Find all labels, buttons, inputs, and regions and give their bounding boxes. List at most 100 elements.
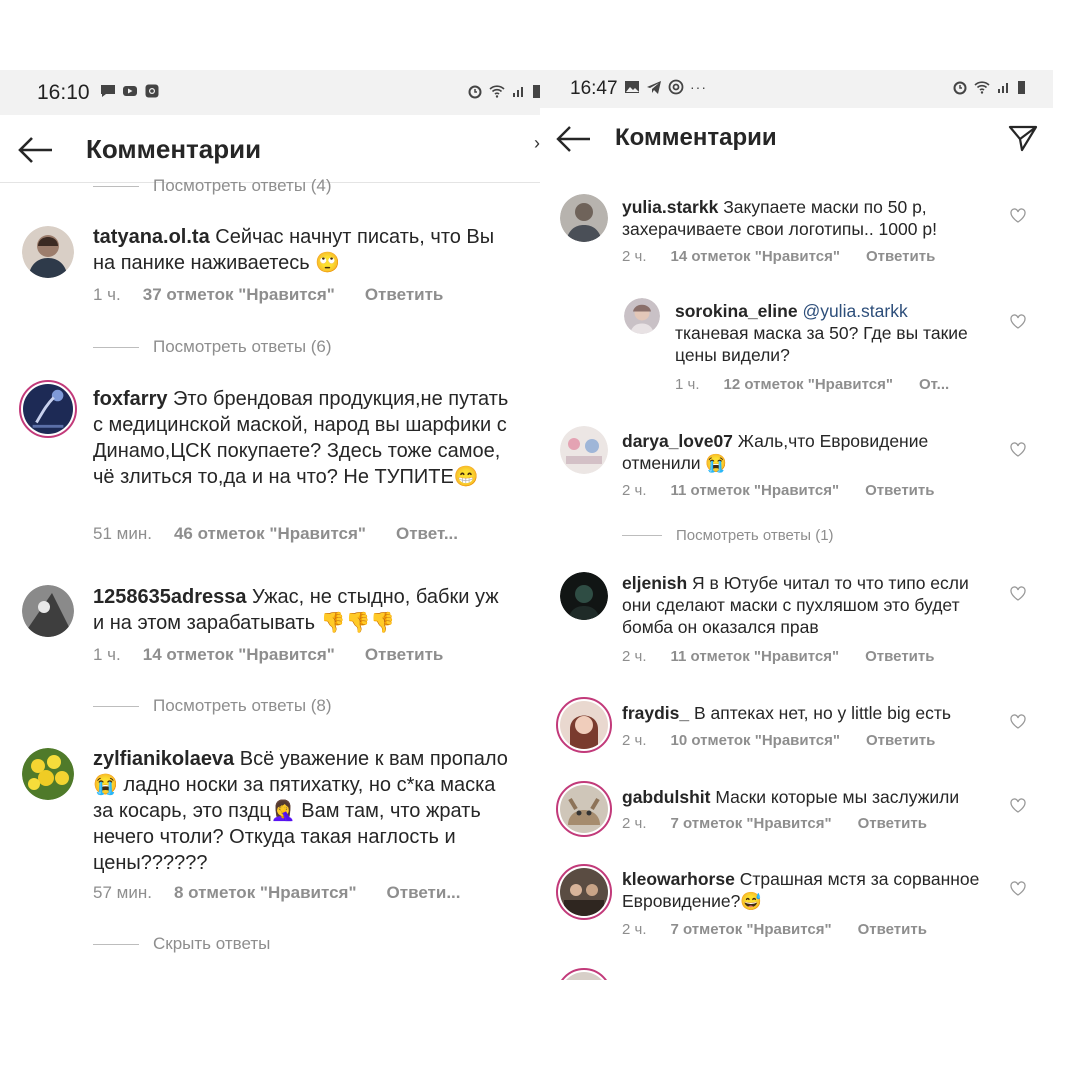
image-icon — [625, 81, 639, 93]
username[interactable]: gabdulshit — [622, 787, 710, 807]
reply-button[interactable]: Ответить — [858, 921, 927, 938]
likes-count[interactable]: 12 отметок "Нравится" — [724, 376, 893, 393]
app-bar: Комментарии — [540, 108, 1053, 170]
likes-count[interactable]: 7 отметок "Нравится" — [671, 815, 832, 832]
avatar-image — [22, 748, 74, 800]
mention-link[interactable]: @yulia.starkk — [802, 301, 907, 321]
avatar[interactable] — [560, 194, 608, 242]
avatar[interactable] — [19, 380, 77, 438]
comment-meta: 57 мин. 8 отметок "Нравится" Ответи... — [93, 883, 461, 903]
username[interactable]: fraydis_ — [622, 703, 689, 723]
avatar[interactable] — [22, 748, 74, 800]
comment-body: yulia.starkk Закупаете маски по 50 р, за… — [622, 196, 1002, 240]
back-arrow-icon[interactable] — [554, 124, 594, 154]
comment-body: fraydis_ В аптеках нет, но у little big … — [622, 702, 1002, 724]
avatar[interactable] — [556, 968, 612, 980]
reply-button[interactable]: Ответить — [865, 482, 934, 499]
comment-time: 2 ч. — [622, 921, 647, 938]
comment-time: 2 ч. — [622, 248, 647, 265]
avatar[interactable] — [556, 697, 612, 753]
heart-icon[interactable] — [1010, 586, 1026, 601]
avatar[interactable] — [560, 426, 608, 474]
username[interactable]: kleowarhorse — [622, 869, 735, 889]
instagram-icon — [145, 84, 159, 98]
username[interactable]: yulia.starkk — [622, 197, 718, 217]
back-arrow-icon[interactable] — [16, 135, 56, 165]
likes-count[interactable]: 11 отметок "Нравится" — [671, 482, 840, 499]
view-replies-link[interactable]: Посмотреть ответы (1) — [622, 527, 834, 544]
comment-text: тканевая маска за 50? Где вы такие цены … — [675, 323, 968, 365]
view-replies-label: Посмотреть ответы (6) — [153, 337, 332, 356]
heart-icon[interactable] — [1010, 714, 1026, 729]
heart-icon[interactable] — [1010, 881, 1026, 896]
comment-body: zylfianikolaeva Всё уважение к вам пропа… — [93, 746, 513, 876]
paper-plane-icon[interactable] — [1007, 122, 1039, 154]
avatar[interactable] — [556, 781, 612, 837]
battery-icon — [533, 85, 540, 98]
avatar[interactable] — [556, 864, 612, 920]
reply-button[interactable]: Ответить — [866, 248, 935, 265]
signal-icon — [998, 83, 1008, 93]
avatar[interactable] — [22, 226, 74, 278]
divider-line — [93, 185, 139, 187]
heart-icon[interactable] — [1010, 314, 1026, 329]
avatar-image — [560, 194, 608, 242]
avatar[interactable] — [560, 572, 608, 620]
reply-button[interactable]: Ответить — [858, 815, 927, 832]
hide-replies-link[interactable]: Скрыть ответы — [93, 934, 270, 954]
reply-button[interactable]: Ответить — [365, 285, 444, 305]
username[interactable]: eljenish — [622, 573, 687, 593]
likes-count[interactable]: 14 отметок "Нравится" — [671, 248, 840, 265]
comment-meta: 1 ч. 37 отметок "Нравится" Ответить — [93, 285, 443, 305]
chat-icon — [101, 85, 115, 97]
avatar[interactable] — [624, 298, 660, 334]
likes-count[interactable]: 46 отметок "Нравится" — [174, 524, 366, 544]
username[interactable]: foxfarry — [93, 388, 167, 410]
view-replies-link[interactable]: Посмотреть ответы (4) — [93, 176, 332, 196]
likes-count[interactable]: 14 отметок "Нравится" — [143, 645, 335, 665]
telegram-icon — [647, 81, 661, 94]
divider-line — [93, 705, 139, 707]
wifi-icon — [489, 85, 505, 98]
comment-time: 57 мин. — [93, 883, 152, 902]
heart-icon[interactable] — [1010, 798, 1026, 813]
reply-button[interactable]: Ответ... — [396, 524, 458, 544]
status-bar: 16:10 — [0, 70, 542, 115]
avatar[interactable] — [22, 585, 74, 637]
likes-count[interactable]: 7 отметок "Нравится" — [671, 921, 832, 938]
comment-body: kleowarhorse Страшная мстя за сорванное … — [622, 868, 1002, 912]
reply-button[interactable]: Ответи... — [387, 883, 461, 903]
avatar-image — [560, 426, 608, 474]
likes-count[interactable]: 10 отметок "Нравится" — [671, 732, 840, 749]
username[interactable]: zylfianikolaeva — [93, 748, 234, 770]
heart-icon[interactable] — [1010, 442, 1026, 457]
comment-body: sorokina_eline @yulia.starkk тканевая ма… — [675, 300, 975, 366]
username[interactable]: sorokina_eline — [675, 301, 798, 321]
comment-time: 1 ч. — [675, 376, 700, 393]
heart-icon[interactable] — [1010, 208, 1026, 223]
likes-count[interactable]: 11 отметок "Нравится" — [671, 648, 840, 665]
more-notifications: ··· — [690, 79, 707, 95]
view-replies-label: Посмотреть ответы (1) — [676, 527, 834, 544]
divider-line — [93, 346, 139, 348]
wifi-icon — [974, 81, 990, 94]
page-title: Комментарии — [86, 134, 262, 164]
youtube-icon — [123, 86, 137, 96]
likes-count[interactable]: 37 отметок "Нравится" — [143, 285, 335, 305]
comment-meta: 2 ч. 7 отметок "Нравится" Ответить — [622, 815, 927, 832]
username[interactable]: tatyana.ol.ta — [93, 226, 210, 248]
likes-count[interactable]: 8 отметок "Нравится" — [174, 883, 357, 903]
reply-button[interactable]: От... — [919, 376, 949, 393]
comment-time: 2 ч. — [622, 482, 647, 499]
view-replies-link[interactable]: Посмотреть ответы (8) — [93, 696, 332, 716]
reply-button[interactable]: Ответить — [865, 648, 934, 665]
username[interactable]: darya_love07 — [622, 431, 733, 451]
alarm-icon — [953, 81, 967, 95]
status-time: 16:10 — [37, 81, 90, 104]
divider-line — [93, 943, 139, 945]
view-replies-link[interactable]: Посмотреть ответы (6) — [93, 337, 332, 357]
status-bar: 16:47 ··· — [540, 70, 1053, 108]
reply-button[interactable]: Ответить — [866, 732, 935, 749]
username[interactable]: 1258635adressa — [93, 586, 246, 608]
reply-button[interactable]: Ответить — [365, 645, 444, 665]
